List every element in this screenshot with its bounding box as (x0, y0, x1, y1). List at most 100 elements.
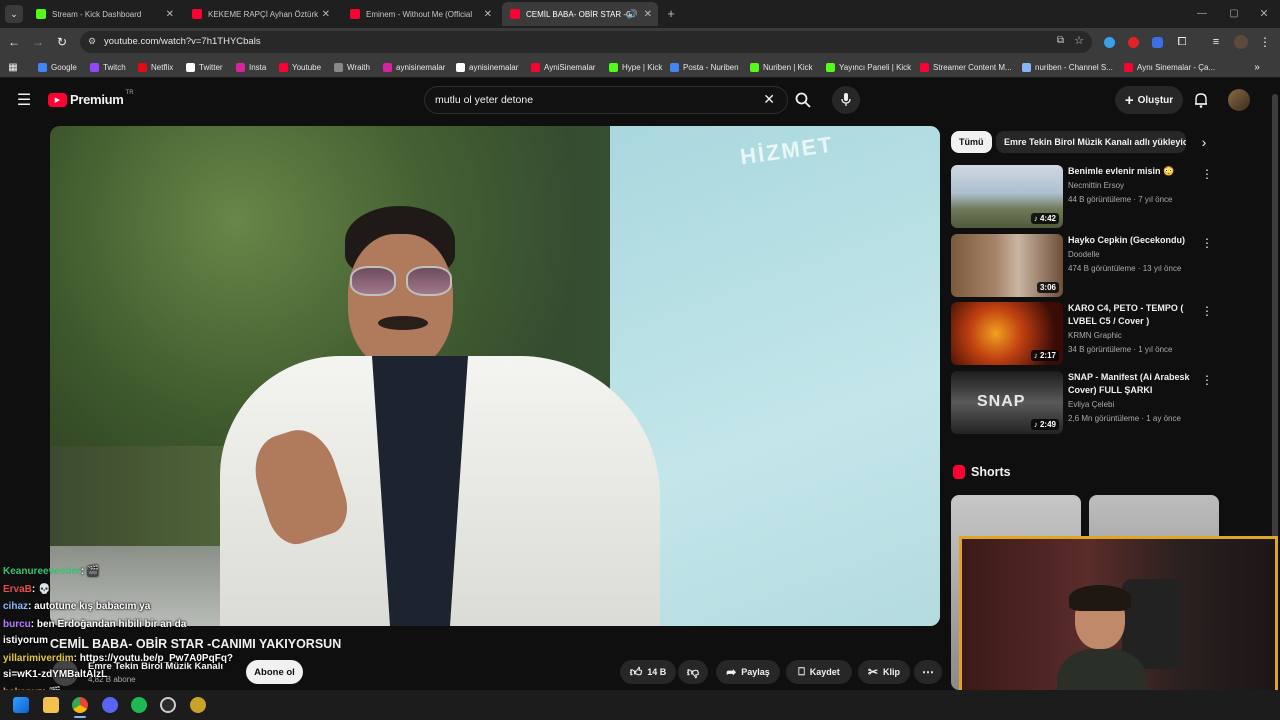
recommendation-title[interactable]: Hayko Cepkin (Gecekondu) (1068, 234, 1198, 247)
extension-icon[interactable] (1152, 37, 1163, 48)
search-input[interactable]: mutlu ol yeter detone (435, 94, 533, 106)
bookmark-item[interactable]: Aynı Sinemalar - Ça... (1124, 59, 1215, 75)
bookmark-item[interactable]: Twitter (186, 59, 223, 75)
bookmark-item[interactable]: Posta - Nuriben (670, 59, 739, 75)
profile-avatar[interactable] (1234, 35, 1248, 49)
subscribe-button[interactable]: Abone ol (246, 660, 303, 684)
bookmark-item[interactable]: Insta (236, 59, 266, 75)
speaker-icon[interactable]: 🔊 (627, 9, 638, 20)
new-tab-button[interactable]: + (664, 6, 678, 21)
obs-icon[interactable] (160, 697, 176, 713)
close-icon[interactable]: ✕ (322, 9, 330, 20)
recommendation-channel[interactable]: Evliya Çelebi (1068, 400, 1114, 409)
recommendation-item[interactable]: ♪ 4:42 Benimle evlenir misin 😳 Necmittin… (951, 165, 1213, 229)
recommendation-thumbnail[interactable]: ♪ 2:17 (951, 302, 1063, 365)
recommendation-item[interactable]: ♪ 2:17 KARO C4, PETO - TEMPO ( LVBEL C5 … (951, 302, 1213, 366)
voice-search-button[interactable] (832, 86, 860, 114)
install-icon[interactable]: ⧉ (1057, 35, 1064, 46)
scrollbar-thumb[interactable] (1272, 94, 1278, 554)
recommendation-channel[interactable]: Necmittin Ersoy (1068, 181, 1124, 190)
bookmark-item[interactable]: Google (38, 59, 77, 75)
recommendation-thumbnail[interactable]: 3:06 (951, 234, 1063, 297)
kebab-menu-icon[interactable]: ⋮ (1201, 167, 1213, 181)
recommendation-item[interactable]: SNAP ♪ 2:49 SNAP - Manifest (Ai Arabesk … (951, 371, 1213, 435)
bookmark-item[interactable]: Yayıncı Paneli | Kick (826, 59, 911, 75)
recommendation-item[interactable]: 3:06 Hayko Cepkin (Gecekondu) Doodelle 4… (951, 234, 1213, 298)
youtube-logo[interactable]: ▶ Premium TR (48, 90, 134, 107)
back-icon[interactable]: ← (6, 34, 22, 50)
browser-tab[interactable]: Stream - Kick Dashboard ✕ (28, 2, 180, 26)
clear-search-icon[interactable]: ✕ (763, 91, 775, 108)
recommendation-channel[interactable]: Doodelle (1068, 250, 1100, 259)
close-icon[interactable]: ✕ (644, 9, 652, 20)
clip-button[interactable]: ✂ Klip (858, 660, 910, 684)
bookmark-item[interactable]: Wraith (334, 59, 370, 75)
bookmark-item[interactable]: Twitch (90, 59, 126, 75)
extension-icon[interactable] (1128, 37, 1139, 48)
account-avatar[interactable] (1228, 89, 1250, 111)
video-player[interactable]: HİZMET (50, 126, 940, 626)
notifications-button[interactable] (1190, 89, 1212, 111)
close-window-icon[interactable]: ✕ (1254, 4, 1274, 22)
dislike-button[interactable]: 👎︎ (678, 660, 708, 684)
file-explorer-icon[interactable] (43, 697, 59, 713)
search-button[interactable] (788, 86, 818, 114)
kebab-menu-icon[interactable]: ⋮ (1201, 373, 1213, 387)
recommendation-thumbnail[interactable]: ♪ 4:42 (951, 165, 1063, 228)
hamburger-menu-icon[interactable]: ☰ (14, 90, 34, 110)
app-icon[interactable] (190, 697, 206, 713)
minimize-icon[interactable]: — (1192, 4, 1212, 22)
bookmark-item[interactable]: aynisinemalar (383, 59, 445, 75)
save-button[interactable]: ⎕ Kaydet (786, 660, 852, 684)
maximize-icon[interactable]: ▢ (1224, 4, 1244, 22)
bookmark-favicon-icon (826, 62, 835, 72)
tab-title: Stream - Kick Dashboard (52, 9, 142, 19)
bookmark-item[interactable]: Youtube (279, 59, 321, 75)
create-button[interactable]: + Oluştur (1115, 86, 1183, 114)
bookmark-item[interactable]: Hype | Kick (609, 59, 662, 75)
spotify-icon[interactable] (131, 697, 147, 713)
bookmark-item[interactable]: Netflix (138, 59, 173, 75)
recommendation-title[interactable]: Benimle evlenir misin 😳 (1068, 165, 1198, 178)
bookmark-favicon-icon (334, 62, 343, 72)
bookmark-item[interactable]: Streamer Content M... (920, 59, 1012, 75)
chip-uploader[interactable]: Emre Tekin Birol Müzik Kanalı adlı yükle… (996, 131, 1186, 153)
media-control-icon[interactable]: ≡ (1208, 34, 1224, 50)
site-info-icon[interactable]: ⚙ (88, 36, 96, 47)
apps-grid-icon[interactable]: ▦ (6, 60, 20, 74)
forward-icon[interactable]: → (30, 34, 46, 50)
kebab-menu-icon[interactable]: ⋮ (1201, 304, 1213, 318)
kebab-menu-icon[interactable]: ⋮ (1201, 236, 1213, 250)
chips-next-icon[interactable]: › (1196, 133, 1212, 151)
chip-all[interactable]: Tümü (951, 131, 992, 153)
bookmark-item[interactable]: AyniSinemalar (531, 59, 595, 75)
recommendation-channel[interactable]: KRMN Graphic (1068, 331, 1122, 340)
reload-icon[interactable]: ↻ (54, 34, 70, 50)
chrome-icon[interactable] (72, 697, 88, 713)
kebab-menu-icon[interactable]: ⋮ (1258, 34, 1272, 50)
bookmark-item[interactable]: Nuriben | Kick (750, 59, 813, 75)
browser-tab[interactable]: Eminem - Without Me (Official ✕ (342, 2, 498, 26)
more-bookmarks-icon[interactable]: » (1250, 60, 1264, 74)
browser-tab[interactable]: KEKEME RAPÇİ Ayhan Öztürk Y ✕ (184, 2, 336, 26)
extension-icon[interactable] (1104, 37, 1115, 48)
like-button[interactable]: 👍︎ 14 B (620, 660, 676, 684)
share-button[interactable]: ➦ Paylaş (716, 660, 780, 684)
bookmark-item[interactable]: aynisinemalar (456, 59, 518, 75)
discord-icon[interactable] (102, 697, 118, 713)
browser-tab-active[interactable]: CEMİL BABA- OBİR STAR -C 🔊 ✕ (502, 2, 658, 26)
recommendation-thumbnail[interactable]: SNAP ♪ 2:49 (951, 371, 1063, 434)
recommendation-title[interactable]: KARO C4, PETO - TEMPO ( LVBEL C5 / Cover… (1068, 302, 1198, 328)
close-icon[interactable]: ✕ (166, 9, 174, 20)
tab-search-button[interactable]: ⌄ (5, 5, 23, 23)
address-bar[interactable]: ⚙ youtube.com/watch?v=7h1THYCbals ⧉ ☆ (80, 31, 1092, 53)
star-icon[interactable]: ☆ (1074, 34, 1084, 47)
close-icon[interactable]: ✕ (484, 9, 492, 20)
puzzle-icon[interactable]: ⧠ (1174, 34, 1190, 50)
bookmark-item[interactable]: nuriben - Channel S... (1022, 59, 1113, 75)
person-figure (220, 206, 680, 626)
search-box[interactable]: mutlu ol yeter detone ✕ (424, 86, 788, 114)
more-actions-button[interactable]: ⋯ (914, 660, 942, 684)
recommendation-title[interactable]: SNAP - Manifest (Ai Arabesk Cover) FULL … (1068, 371, 1198, 397)
windows-start-icon[interactable] (13, 697, 29, 713)
